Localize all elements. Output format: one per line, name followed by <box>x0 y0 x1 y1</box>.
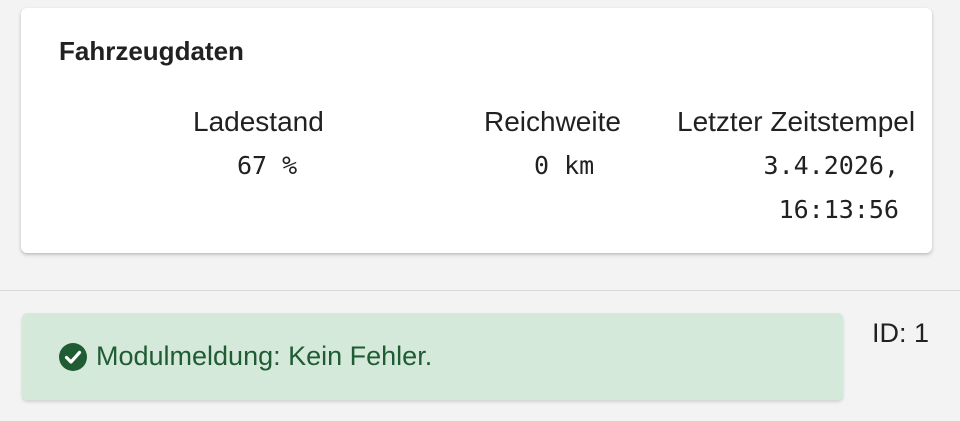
timestamp-column: Letzter Zeitstempel 3.4.2026, 16:13:56 <box>677 106 927 232</box>
module-id-label: ID: 1 <box>872 318 930 348</box>
timestamp-date: 3.4.2026, <box>763 151 899 180</box>
check-circle-icon <box>59 342 87 371</box>
range-value: 0 km <box>534 151 595 180</box>
timestamp-value: 3.4.2026, 16:13:56 <box>677 144 899 232</box>
timestamp-time: 16:13:56 <box>778 195 899 224</box>
vehicle-data-card: Fahrzeugdaten Ladestand 67 % Reichweite … <box>21 8 932 253</box>
range-label: Reichweite <box>484 106 621 137</box>
timestamp-label: Letzter Zeitstempel <box>677 106 916 137</box>
alert-message: Modulmeldung: Kein Fehler. <box>96 341 433 371</box>
charge-level-value: 67 % <box>237 151 298 180</box>
charge-level-column: Ladestand 67 % <box>193 106 331 188</box>
module-status-alert: Modulmeldung: Kein Fehler. <box>22 313 843 400</box>
card-title: Fahrzeugdaten <box>59 36 244 66</box>
charge-level-label: Ladestand <box>193 106 324 137</box>
range-column: Reichweite 0 km <box>484 106 629 188</box>
section-divider <box>0 290 960 291</box>
